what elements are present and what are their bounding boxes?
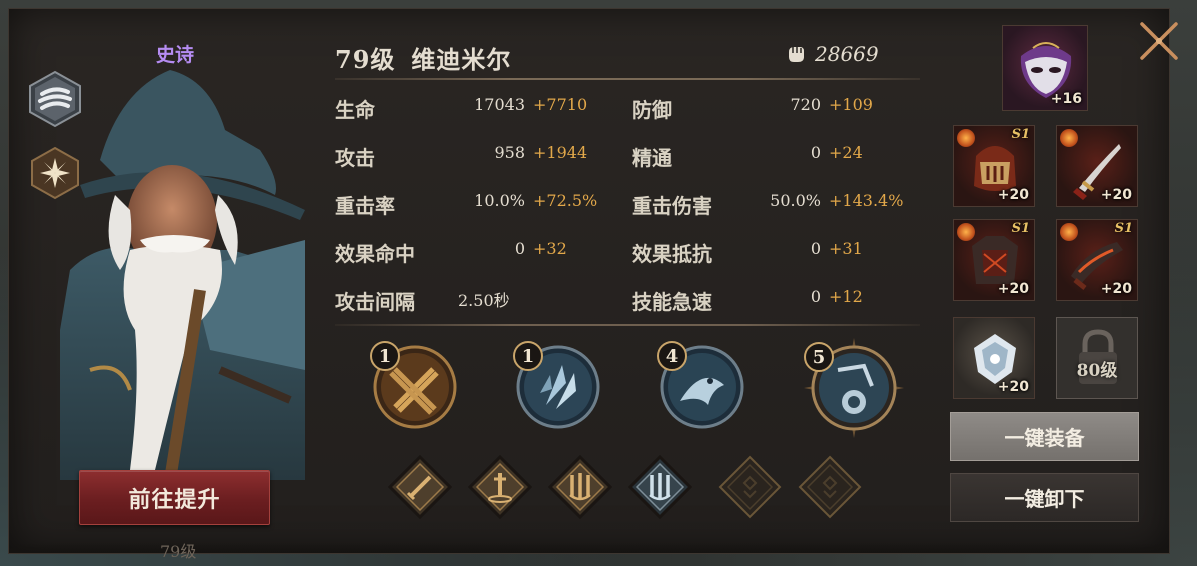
combat-power: 28669 xyxy=(785,42,879,66)
enhance-level: +20 xyxy=(1100,187,1132,203)
skill-slot[interactable]: 1 xyxy=(370,341,457,429)
close-button[interactable] xyxy=(1134,16,1184,66)
stat-bonus: +7710 xyxy=(533,95,588,114)
altar-sword-rune-icon xyxy=(467,454,533,520)
equipment-tier: S1 xyxy=(1114,221,1133,236)
hero-title: 79级 维迪米尔 xyxy=(335,40,527,75)
stat-bonus: +143.4% xyxy=(829,191,904,210)
rarity-label: 史诗 xyxy=(155,44,194,66)
stat-label: 生命 xyxy=(335,97,375,122)
stat-label: 重击伤害 xyxy=(632,193,712,218)
stat-label: 技能急速 xyxy=(632,289,712,314)
stat-base: 2.50秒 xyxy=(458,291,510,310)
enhance-level: +20 xyxy=(1100,281,1132,297)
fist-icon xyxy=(789,47,804,62)
stat-bonus: +24 xyxy=(829,143,863,162)
ultimate-skill-slot[interactable]: 5 xyxy=(802,336,906,440)
stat-base: 0 xyxy=(810,287,821,306)
skill-level-badge: 4 xyxy=(657,341,687,371)
equipment-slot-helmet[interactable]: S1 +20 xyxy=(953,125,1035,207)
stat-row: 重击伤害 xyxy=(632,189,712,219)
rune-slot[interactable] xyxy=(627,454,693,520)
stat-row: 攻击间隔 xyxy=(335,285,415,315)
rune-slot[interactable] xyxy=(387,454,453,520)
equipment-slot-gloves[interactable]: S1 +20 xyxy=(1056,219,1138,301)
slot-type-icon xyxy=(957,129,975,147)
hero-portrait xyxy=(60,70,305,480)
stat-bonus: +32 xyxy=(533,239,567,258)
equipment-slot-locked[interactable]: 80级 xyxy=(1056,317,1138,399)
equipment-slot-armor[interactable]: S1 +20 xyxy=(953,219,1035,301)
enhance-level: +20 xyxy=(997,379,1029,395)
hero-level: 79级 xyxy=(335,45,396,74)
stat-bonus: +1944 xyxy=(533,143,588,162)
sword-rune-icon xyxy=(387,454,453,520)
rune-slot-empty[interactable] xyxy=(798,455,862,519)
stat-label: 效果命中 xyxy=(335,241,415,266)
equipment-slot-mask[interactable]: +16 xyxy=(1002,25,1088,111)
stat-label: 攻击 xyxy=(335,145,375,170)
empty-rune-icon xyxy=(798,455,862,519)
stat-label: 效果抵抗 xyxy=(632,241,712,266)
stat-row: 防御 xyxy=(632,93,672,123)
divider xyxy=(335,78,920,80)
stat-base: 50.0% xyxy=(770,191,821,210)
stat-row: 精通 xyxy=(632,141,672,171)
equipment-slot-weapon[interactable]: +20 xyxy=(1056,125,1138,207)
stat-row: 技能急速 xyxy=(632,285,712,315)
enhance-level: +16 xyxy=(1050,91,1082,107)
stat-label: 攻击间隔 xyxy=(335,289,415,314)
rune-slot[interactable] xyxy=(467,454,533,520)
stat-base: 0 xyxy=(810,143,821,162)
stat-label: 防御 xyxy=(632,97,672,122)
slot-type-icon xyxy=(957,223,975,241)
stat-row: 效果抵抗 xyxy=(632,237,712,267)
stat-base: 10.0% xyxy=(474,191,525,210)
skill-level-badge: 1 xyxy=(513,341,543,371)
rune-slot[interactable] xyxy=(547,454,613,520)
stat-label: 重击率 xyxy=(335,193,395,218)
under-level-label: 79级 xyxy=(160,542,197,561)
enhance-level: +20 xyxy=(997,281,1029,297)
stat-row: 重击率 xyxy=(335,189,395,219)
equipment-slot-gem[interactable]: +20 xyxy=(953,317,1035,399)
stat-row: 生命 xyxy=(335,93,375,123)
empty-rune-icon xyxy=(718,455,782,519)
equip-all-button[interactable]: 一键装备 xyxy=(950,412,1139,461)
unlock-level-label: 80级 xyxy=(1076,361,1118,381)
stat-label: 精通 xyxy=(632,145,672,170)
divider xyxy=(335,324,920,326)
triple-blade-gold-rune-icon xyxy=(547,454,613,520)
stat-base: 720 xyxy=(790,95,821,114)
equipment-tier: S1 xyxy=(1011,127,1030,142)
rune-slot-empty[interactable] xyxy=(718,455,782,519)
combat-power-value: 28669 xyxy=(815,42,879,66)
stat-bonus: +12 xyxy=(829,287,863,306)
skill-level-badge: 5 xyxy=(804,342,834,372)
stat-row: 效果命中 xyxy=(335,237,415,267)
stat-base: 17043 xyxy=(474,95,525,114)
triple-blade-blue-rune-icon xyxy=(627,454,693,520)
enhance-level: +20 xyxy=(997,187,1029,203)
skill-level-badge: 1 xyxy=(370,341,400,371)
equipment-tier: S1 xyxy=(1011,221,1030,236)
stat-bonus: +31 xyxy=(829,239,863,258)
slot-type-icon xyxy=(1060,223,1078,241)
close-icon xyxy=(1140,22,1178,60)
unequip-all-button[interactable]: 一键卸下 xyxy=(950,473,1139,522)
stat-base: 0 xyxy=(810,239,821,258)
stat-bonus: +72.5% xyxy=(533,191,598,210)
skill-slot[interactable]: 4 xyxy=(657,341,744,429)
skill-slot[interactable]: 1 xyxy=(513,341,600,429)
stat-row: 攻击 xyxy=(335,141,375,171)
stat-bonus: +109 xyxy=(829,95,873,114)
stat-base: 0 xyxy=(514,239,525,258)
stat-base: 958 xyxy=(494,143,525,162)
slot-type-icon xyxy=(1060,129,1078,147)
hero-name: 维迪米尔 xyxy=(411,45,512,74)
go-upgrade-button[interactable]: 前往提升 xyxy=(79,470,270,525)
